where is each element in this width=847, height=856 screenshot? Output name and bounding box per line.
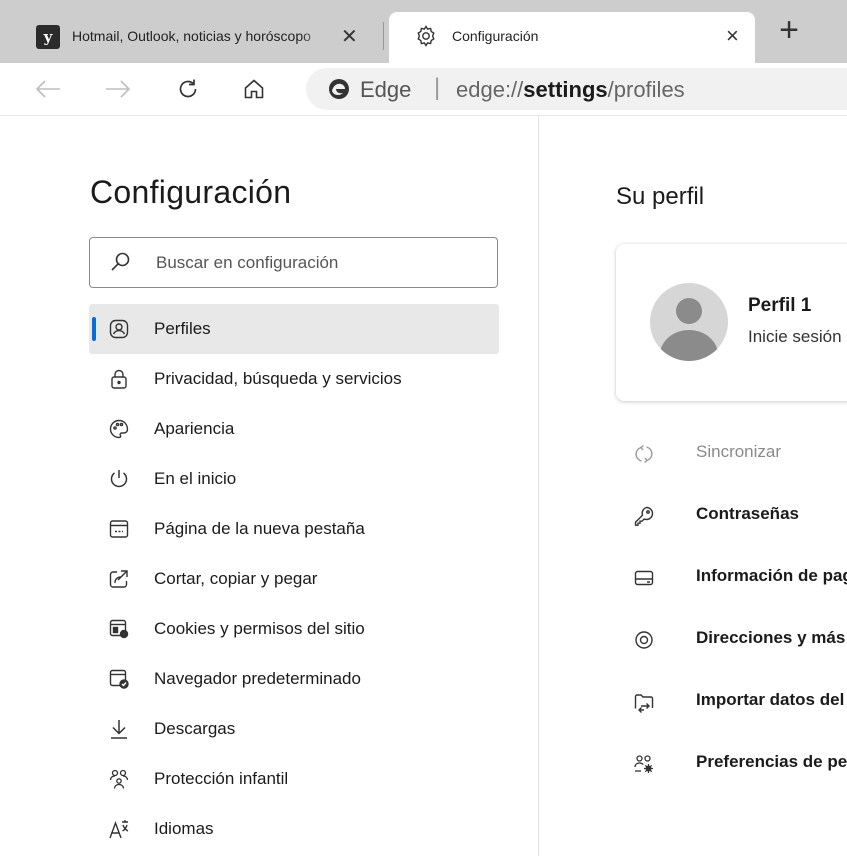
sidebar-item-label: Descargas <box>154 719 236 738</box>
sidebar-item-label: Navegador predeterminado <box>154 669 361 688</box>
sidebar-item-idiomas[interactable]: Idiomas <box>89 804 499 854</box>
toolbar: Edge | edge://settings/profiles <box>0 63 847 115</box>
page-title: Configuración <box>90 174 292 210</box>
sidebar-item-cortar-copiar[interactable]: Cortar, copiar y pegar <box>89 554 499 604</box>
address-brand: Edge <box>360 77 412 102</box>
sidebar-item-descargas[interactable]: Descargas <box>89 704 499 754</box>
forward-button[interactable] <box>100 71 136 107</box>
sidebar-item-proteccion-infantil[interactable]: Protección infantil <box>89 754 499 804</box>
selected-indicator <box>92 317 96 341</box>
option-sincronizar[interactable]: Sincronizar <box>616 423 847 485</box>
option-preferencias-perfil[interactable]: Preferencias de perfil <box>616 733 847 795</box>
import-icon <box>632 690 656 714</box>
avatar <box>650 283 728 361</box>
profile-prefs-icon <box>632 752 656 776</box>
sidebar-item-label: Cortar, copiar y pegar <box>154 569 318 588</box>
profile-name: Perfil 1 <box>748 295 812 316</box>
sidebar-item-navegador-predeterminado[interactable]: Navegador predeterminado <box>89 654 499 704</box>
option-contrasenas[interactable]: Contraseñas <box>616 485 847 547</box>
edge-icon <box>328 78 350 100</box>
refresh-icon <box>179 79 197 98</box>
sidebar-item-label: Página de la nueva pestaña <box>154 519 365 538</box>
search-icon <box>110 251 132 273</box>
sidebar-item-privacidad[interactable]: Privacidad, búsqueda y servicios <box>89 354 499 404</box>
sidebar-item-en-el-inicio[interactable]: En el inicio <box>89 454 499 504</box>
address-divider: | <box>434 74 441 101</box>
profiles-icon <box>107 317 131 341</box>
back-arrow-icon <box>35 80 60 98</box>
cookies-icon <box>107 617 131 641</box>
power-icon <box>107 467 131 491</box>
gear-icon <box>414 24 438 48</box>
profile-card: Perfil 1 Inicie sesión para sincronizar <box>616 244 847 401</box>
key-icon <box>632 504 656 528</box>
option-informacion-pago[interactable]: Información de pago <box>616 547 847 609</box>
tab-title: Configuración <box>452 28 539 44</box>
sidebar-item-apariencia[interactable]: Apariencia <box>89 404 499 454</box>
sidebar-item-label: En el inicio <box>154 469 237 488</box>
back-button[interactable] <box>30 71 66 107</box>
sidebar-item-cookies[interactable]: Cookies y permisos del sitio <box>89 604 499 654</box>
profile-subtitle: Inicie sesión para sincronizar <box>748 327 847 346</box>
profile-pane: Su perfil Perfil 1 Inicie sesión para si… <box>540 116 847 856</box>
option-direcciones[interactable]: Direcciones y más <box>616 609 847 671</box>
tab-hotmail[interactable]: y Hotmail, Outlook, noticias y horóscopo… <box>0 12 383 63</box>
avatar-body <box>660 330 718 361</box>
option-label: Información de pago <box>696 566 847 585</box>
settings-nav: Perfiles Privacidad, búsqueda y servicio… <box>89 304 499 854</box>
tab-configuracion[interactable]: Configuración × <box>389 12 755 63</box>
search-input[interactable] <box>156 250 476 276</box>
palette-icon <box>107 417 131 441</box>
option-label: Direcciones y más <box>696 628 846 647</box>
lock-icon <box>107 367 131 391</box>
home-icon <box>244 79 264 99</box>
avatar-head <box>676 298 702 324</box>
download-icon <box>107 717 131 741</box>
forward-arrow-icon <box>106 80 131 98</box>
address-url: edge://settings/profiles <box>456 77 685 102</box>
refresh-button[interactable] <box>170 71 206 107</box>
address-bar[interactable]: Edge | edge://settings/profiles <box>306 68 847 110</box>
option-importar-datos[interactable]: Importar datos del explorador <box>616 671 847 733</box>
sidebar-item-label: Apariencia <box>154 419 235 438</box>
section-title: Su perfil <box>616 183 705 210</box>
family-icon <box>107 767 131 791</box>
option-label: Importar datos del explorador <box>696 690 847 709</box>
new-tab-page-icon <box>107 517 131 541</box>
sync-icon <box>632 442 656 466</box>
msn-icon: y <box>36 25 60 49</box>
sidebar-item-perfiles[interactable]: Perfiles <box>89 304 499 354</box>
sidebar-item-label: Cookies y permisos del sitio <box>154 619 365 638</box>
sidebar-item-nueva-pestana[interactable]: Página de la nueva pestaña <box>89 504 499 554</box>
option-label: Sincronizar <box>696 442 782 461</box>
sidebar-item-label: Protección infantil <box>154 769 289 788</box>
close-tab-icon[interactable]: × <box>726 23 739 49</box>
search-box[interactable] <box>89 237 498 288</box>
settings-sidebar: Configuración Perfiles Privacidad, búsqu… <box>0 116 539 856</box>
new-tab-button[interactable]: + <box>770 12 808 50</box>
sidebar-item-label: Perfiles <box>154 319 211 338</box>
tab-title: Hotmail, Outlook, noticias y horóscopo <box>72 28 311 44</box>
sidebar-item-label: Idiomas <box>154 819 214 838</box>
close-tab-icon[interactable]: ✕ <box>341 24 358 49</box>
card-icon <box>632 566 656 590</box>
tab-strip: y Hotmail, Outlook, noticias y horóscopo… <box>0 0 847 63</box>
default-browser-icon <box>107 667 131 691</box>
settings-content: Configuración Perfiles Privacidad, búsqu… <box>0 115 847 856</box>
home-button[interactable] <box>236 71 272 107</box>
languages-icon <box>107 817 131 841</box>
option-label: Preferencias de perfil <box>696 752 847 771</box>
sidebar-item-label: Privacidad, búsqueda y servicios <box>154 369 402 388</box>
share-icon <box>107 567 131 591</box>
location-icon <box>632 628 656 652</box>
profile-options: Sincronizar Contraseñas Información de p… <box>616 423 847 795</box>
tab-separator <box>383 22 384 50</box>
option-label: Contraseñas <box>696 504 799 523</box>
